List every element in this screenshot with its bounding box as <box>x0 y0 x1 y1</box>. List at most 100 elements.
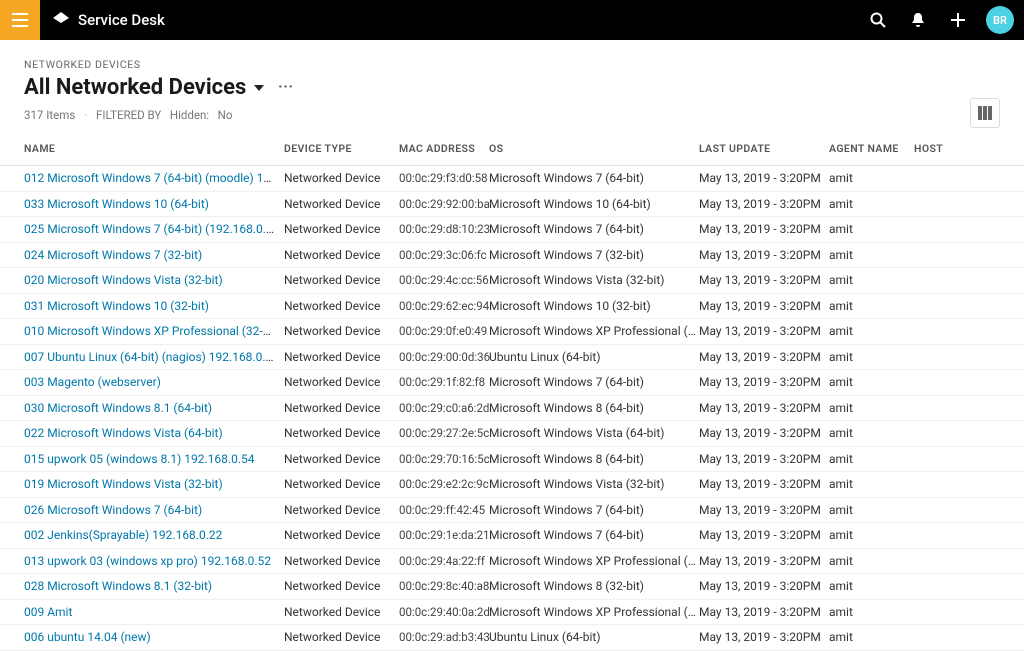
cell-last-update: May 13, 2019 - 3:20PM <box>699 350 829 364</box>
col-header-last-update[interactable]: LAST UPDATE <box>699 142 829 155</box>
cell-os: Microsoft Windows 10 (64-bit) <box>489 197 699 211</box>
device-link[interactable]: 020 Microsoft Windows Vista (32-bit) <box>24 273 223 287</box>
cell-agent: amit <box>829 452 914 466</box>
col-header-agent[interactable]: AGENT NAME <box>829 142 914 155</box>
device-link[interactable]: 012 Microsoft Windows 7 (64-bit) (moodle… <box>24 171 284 185</box>
filter-value: No <box>218 108 233 122</box>
devices-table: NAME DEVICE TYPE MAC ADDRESS OS LAST UPD… <box>0 132 1024 651</box>
cell-agent: amit <box>829 630 914 644</box>
cell-device-type: Networked Device <box>284 299 399 313</box>
cell-name: 024 Microsoft Windows 7 (32-bit) <box>24 248 284 262</box>
device-link[interactable]: 030 Microsoft Windows 8.1 (64-bit) <box>24 401 212 415</box>
cell-os: Ubuntu Linux (64-bit) <box>489 350 699 364</box>
topbar-actions: BR <box>860 0 1024 40</box>
cell-mac: 00:0c:29:4a:22:ff <box>399 554 489 568</box>
hamburger-menu-button[interactable] <box>0 0 40 40</box>
title-dropdown-caret[interactable] <box>254 85 264 91</box>
table-row[interactable]: 012 Microsoft Windows 7 (64-bit) (moodle… <box>0 166 1024 192</box>
search-icon <box>870 12 886 28</box>
cell-device-type: Networked Device <box>284 324 399 338</box>
user-avatar[interactable]: BR <box>986 6 1014 34</box>
device-link[interactable]: 022 Microsoft Windows Vista (64-bit) <box>24 426 223 440</box>
search-button[interactable] <box>860 0 896 40</box>
table-row[interactable]: 002 Jenkins(Sprayable) 192.168.0.22 Netwo… <box>0 523 1024 549</box>
table-row[interactable]: 020 Microsoft Windows Vista (32-bit)Netw… <box>0 268 1024 294</box>
app-brand: Service Desk <box>40 11 165 29</box>
column-settings-button[interactable] <box>970 98 1000 128</box>
table-row[interactable]: 024 Microsoft Windows 7 (32-bit)Networke… <box>0 243 1024 269</box>
device-link[interactable]: 007 Ubuntu Linux (64-bit) (nagios) 192.1… <box>24 350 279 364</box>
table-row[interactable]: 030 Microsoft Windows 8.1 (64-bit)Networ… <box>0 396 1024 422</box>
device-link[interactable]: 009 Amit <box>24 605 72 619</box>
cell-os: Microsoft Windows XP Professional (32-bi… <box>489 324 699 338</box>
cell-os: Microsoft Windows 8 (64-bit) <box>489 401 699 415</box>
device-link[interactable]: 026 Microsoft Windows 7 (64-bit) <box>24 503 202 517</box>
cell-last-update: May 13, 2019 - 3:20PM <box>699 273 829 287</box>
table-row[interactable]: 003 Magento (webserver)Networked Device0… <box>0 370 1024 396</box>
cell-agent: amit <box>829 222 914 236</box>
cell-mac: 00:0c:29:4c:cc:56 <box>399 273 489 287</box>
cell-last-update: May 13, 2019 - 3:20PM <box>699 248 829 262</box>
cell-last-update: May 13, 2019 - 3:20PM <box>699 324 829 338</box>
cell-os: Microsoft Windows XP Professional (32-bi… <box>489 554 699 568</box>
device-link[interactable]: 002 Jenkins(Sprayable) 192.168.0.22 <box>24 528 222 542</box>
page-title[interactable]: All Networked Devices <box>24 75 246 100</box>
cell-agent: amit <box>829 503 914 517</box>
cell-last-update: May 13, 2019 - 3:20PM <box>699 452 829 466</box>
table-row[interactable]: 033 Microsoft Windows 10 (64-bit)Network… <box>0 192 1024 218</box>
table-row[interactable]: 015 upwork 05 (windows 8.1) 192.168.0.54… <box>0 447 1024 473</box>
device-link[interactable]: 019 Microsoft Windows Vista (32-bit) <box>24 477 223 491</box>
table-row[interactable]: 025 Microsoft Windows 7 (64-bit) (192.16… <box>0 217 1024 243</box>
table-row[interactable]: 028 Microsoft Windows 8.1 (32-bit)Networ… <box>0 574 1024 600</box>
device-link[interactable]: 024 Microsoft Windows 7 (32-bit) <box>24 248 202 262</box>
cell-device-type: Networked Device <box>284 222 399 236</box>
cell-device-type: Networked Device <box>284 375 399 389</box>
cell-os: Microsoft Windows 7 (64-bit) <box>489 222 699 236</box>
topbar: Service Desk BR <box>0 0 1024 40</box>
col-header-name[interactable]: NAME <box>24 142 284 155</box>
col-header-host[interactable]: HOST <box>914 142 1000 155</box>
device-link[interactable]: 013 upwork 03 (windows xp pro) 192.168.0… <box>24 554 271 568</box>
filter-summary: 317 Items · FILTERED BY Hidden: No <box>24 108 1000 122</box>
device-link[interactable]: 033 Microsoft Windows 10 (64-bit) <box>24 197 209 211</box>
table-row[interactable]: 019 Microsoft Windows Vista (32-bit)Netw… <box>0 472 1024 498</box>
cell-last-update: May 13, 2019 - 3:20PM <box>699 477 829 491</box>
notifications-button[interactable] <box>900 0 936 40</box>
col-header-device-type[interactable]: DEVICE TYPE <box>284 142 399 155</box>
device-link[interactable]: 010 Microsoft Windows XP Professional (3… <box>24 324 280 338</box>
cell-device-type: Networked Device <box>284 528 399 542</box>
cell-mac: 00:0c:29:00:0d:36 <box>399 350 489 364</box>
device-link[interactable]: 025 Microsoft Windows 7 (64-bit) (192.16… <box>24 222 284 236</box>
device-link[interactable]: 028 Microsoft Windows 8.1 (32-bit) <box>24 579 212 593</box>
cell-mac: 00:0c:29:3c:06:fc <box>399 248 489 262</box>
cell-name: 020 Microsoft Windows Vista (32-bit) <box>24 273 284 287</box>
cell-mac: 00:0c:29:0f:e0:49 <box>399 324 489 338</box>
col-header-mac[interactable]: MAC ADDRESS <box>399 142 489 155</box>
cell-device-type: Networked Device <box>284 503 399 517</box>
table-row[interactable]: 031 Microsoft Windows 10 (32-bit) Network… <box>0 294 1024 320</box>
table-row[interactable]: 007 Ubuntu Linux (64-bit) (nagios) 192.1… <box>0 345 1024 371</box>
cell-agent: amit <box>829 350 914 364</box>
cell-agent: amit <box>829 426 914 440</box>
device-link[interactable]: 015 upwork 05 (windows 8.1) 192.168.0.54 <box>24 452 254 466</box>
cell-device-type: Networked Device <box>284 605 399 619</box>
table-row[interactable]: 026 Microsoft Windows 7 (64-bit) Networke… <box>0 498 1024 524</box>
table-row[interactable]: 022 Microsoft Windows Vista (64-bit)Netw… <box>0 421 1024 447</box>
table-row[interactable]: 009 AmitNetworked Device00:0c:29:40:0a:2… <box>0 600 1024 626</box>
cell-agent: amit <box>829 171 914 185</box>
col-header-os[interactable]: OS <box>489 142 699 155</box>
cell-last-update: May 13, 2019 - 3:20PM <box>699 375 829 389</box>
table-row[interactable]: 013 upwork 03 (windows xp pro) 192.168.0… <box>0 549 1024 575</box>
cell-name: 026 Microsoft Windows 7 (64-bit) <box>24 503 284 517</box>
cell-mac: 00:0c:29:62:ec:94 <box>399 299 489 313</box>
table-row[interactable]: 006 ubuntu 14.04 (new)Networked Device00… <box>0 625 1024 651</box>
add-button[interactable] <box>940 0 976 40</box>
table-row[interactable]: 010 Microsoft Windows XP Professional (3… <box>0 319 1024 345</box>
device-link[interactable]: 031 Microsoft Windows 10 (32-bit) <box>24 299 209 313</box>
cell-name: 033 Microsoft Windows 10 (64-bit) <box>24 197 284 211</box>
device-link[interactable]: 006 ubuntu 14.04 (new) <box>24 630 151 644</box>
more-actions-button[interactable]: ··· <box>278 80 294 95</box>
cell-mac: 00:0c:29:ad:b3:43 <box>399 630 489 644</box>
device-link[interactable]: 003 Magento (webserver) <box>24 375 161 389</box>
cell-last-update: May 13, 2019 - 3:20PM <box>699 605 829 619</box>
